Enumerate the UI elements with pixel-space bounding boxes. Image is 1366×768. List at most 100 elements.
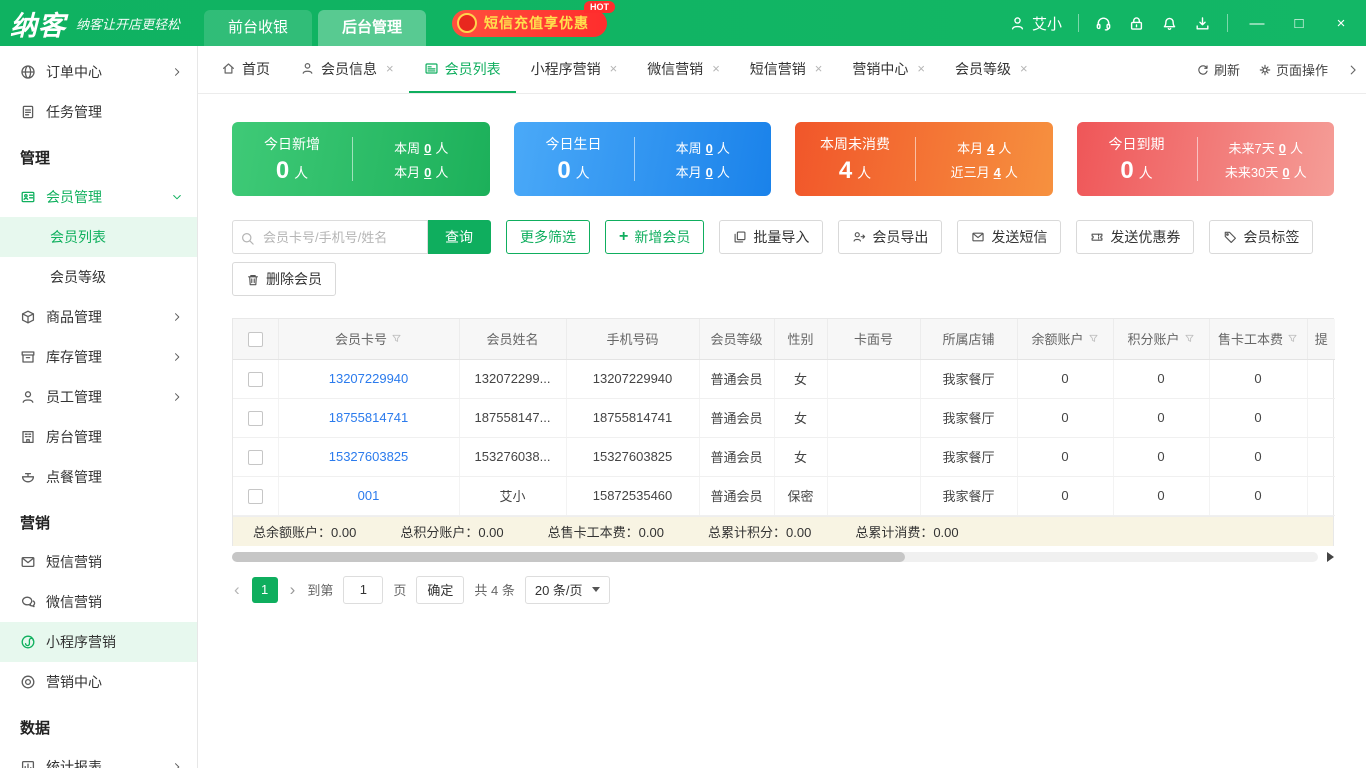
sidebar-item[interactable]: 任务管理	[0, 92, 197, 132]
column-header[interactable]: 会员姓名	[459, 319, 566, 359]
tab[interactable]: 营销中心 ×	[837, 46, 940, 93]
notifications-icon[interactable]	[1161, 15, 1178, 32]
tab-close-icon[interactable]: ×	[1020, 61, 1028, 76]
tab[interactable]: 会员列表	[409, 46, 516, 93]
sidebar-item[interactable]: 库存管理	[0, 337, 197, 377]
sidebar-item[interactable]: 会员列表	[0, 217, 197, 257]
tab[interactable]: 首页	[206, 46, 285, 93]
tab-close-icon[interactable]: ×	[386, 61, 394, 76]
scroll-right-arrow-icon[interactable]	[1327, 552, 1334, 562]
maximize-button[interactable]: □	[1286, 15, 1312, 32]
search-input[interactable]	[232, 220, 428, 254]
sidebar-item[interactable]: 会员等级	[0, 257, 197, 297]
stat-sub-value[interactable]: 0	[1279, 141, 1286, 156]
column-header[interactable]: 提	[1307, 319, 1335, 359]
wechat-icon	[20, 594, 36, 610]
tab[interactable]: 微信营销×	[632, 46, 735, 93]
scrollbar-thumb[interactable]	[232, 552, 905, 562]
page-size-select[interactable]: 20 条/页	[525, 576, 610, 604]
tabs-scroll-right-icon[interactable]	[1346, 62, 1360, 78]
batch-import-button[interactable]: 批量导入	[719, 220, 823, 254]
sidebar-item[interactable]: 商品管理	[0, 297, 197, 337]
sidebar-item[interactable]: 房台管理	[0, 417, 197, 457]
column-header[interactable]: 手机号码	[566, 319, 699, 359]
row-checkbox[interactable]	[248, 411, 263, 426]
column-header[interactable]: 性别	[774, 319, 827, 359]
download-icon[interactable]	[1194, 15, 1211, 32]
page-number-button[interactable]: 1	[252, 577, 278, 603]
tab-label: 营销中心	[852, 59, 908, 79]
sidebar-item[interactable]: 营销中心	[0, 662, 197, 702]
tab-close-icon[interactable]: ×	[610, 61, 618, 76]
stat-sub-value[interactable]: 0	[1282, 165, 1289, 180]
topnav-tab[interactable]: 前台收银	[204, 10, 312, 46]
column-header[interactable]: 余额账户	[1017, 319, 1113, 359]
tab[interactable]: 短信营销×	[735, 46, 838, 93]
scrollbar-track[interactable]	[232, 552, 1318, 562]
member-card-link[interactable]: 13207229940	[278, 359, 459, 398]
send-sms-button[interactable]: 发送短信	[957, 220, 1061, 254]
table-cell: 15872535460	[566, 476, 699, 515]
confirm-button[interactable]: 确定	[416, 576, 464, 604]
member-card-link[interactable]: 15327603825	[278, 437, 459, 476]
tab-close-icon[interactable]: ×	[712, 61, 720, 76]
stat-sub-unit: 人	[1005, 165, 1018, 180]
user-menu[interactable]: 艾小	[1009, 13, 1062, 34]
column-header[interactable]: 会员卡号	[278, 319, 459, 359]
sidebar-item[interactable]: 点餐管理	[0, 457, 197, 497]
page-ops-button[interactable]: 页面操作	[1258, 60, 1328, 79]
sidebar-item[interactable]: 统计报表	[0, 747, 197, 768]
sidebar-item[interactable]: 小程序营销	[0, 622, 197, 662]
promo-banner[interactable]: 短信充值享优惠 HOT	[452, 10, 607, 37]
task-icon	[20, 104, 36, 120]
prev-page-icon[interactable]: ‹	[232, 581, 242, 598]
column-header[interactable]: 售卡工本费	[1209, 319, 1307, 359]
stat-sub-value[interactable]: 0	[424, 165, 431, 180]
column-header[interactable]: 所属店铺	[920, 319, 1017, 359]
stat-sub-value[interactable]: 0	[706, 165, 713, 180]
tab[interactable]: 会员信息×	[285, 46, 409, 93]
stat-sub-value[interactable]: 4	[987, 141, 994, 156]
more-filter-button[interactable]: 更多筛选	[506, 220, 590, 254]
table-cell	[1307, 476, 1335, 515]
column-header[interactable]: 卡面号	[827, 319, 920, 359]
add-member-button[interactable]: + 新增会员	[605, 220, 704, 254]
miniapp-icon	[20, 634, 36, 650]
select-all-checkbox[interactable]	[248, 332, 263, 347]
row-checkbox[interactable]	[248, 489, 263, 504]
topbar: 纳客 纳客让开店更轻松 前台收银后台管理 短信充值享优惠 HOT 艾小 — □ …	[0, 0, 1366, 46]
lock-icon[interactable]	[1128, 15, 1145, 32]
column-header[interactable]: 积分账户	[1113, 319, 1209, 359]
tab-close-icon[interactable]: ×	[917, 61, 925, 76]
topnav-tab[interactable]: 后台管理	[318, 10, 426, 46]
search-button[interactable]: 查询	[427, 220, 491, 254]
tab[interactable]: 会员等级×	[940, 46, 1043, 93]
sidebar: 订单中心任务管理管理会员管理会员列表会员等级商品管理库存管理员工管理房台管理点餐…	[0, 46, 198, 768]
tab[interactable]: 小程序营销×	[516, 46, 633, 93]
stat-title: 今日生日	[524, 134, 624, 154]
member-export-button[interactable]: 会员导出	[838, 220, 942, 254]
minimize-button[interactable]: —	[1244, 15, 1270, 32]
send-coupon-button[interactable]: 发送优惠券	[1076, 220, 1194, 254]
delete-member-button[interactable]: 删除会员	[232, 262, 336, 296]
row-checkbox[interactable]	[248, 372, 263, 387]
member-card-link[interactable]: 18755814741	[278, 398, 459, 437]
stat-sub-value[interactable]: 4	[994, 165, 1001, 180]
stat-sub-value[interactable]: 0	[706, 141, 713, 156]
sidebar-item[interactable]: 会员管理	[0, 177, 197, 217]
next-page-icon[interactable]: ›	[288, 581, 298, 598]
goto-page-input[interactable]	[343, 576, 383, 604]
row-checkbox[interactable]	[248, 450, 263, 465]
support-icon[interactable]	[1095, 15, 1112, 32]
sidebar-item[interactable]: 短信营销	[0, 542, 197, 582]
refresh-button[interactable]: 刷新	[1196, 60, 1240, 79]
tab-close-icon[interactable]: ×	[815, 61, 823, 76]
sidebar-item[interactable]: 订单中心	[0, 52, 197, 92]
member-tag-button[interactable]: 会员标签	[1209, 220, 1313, 254]
sidebar-item[interactable]: 员工管理	[0, 377, 197, 417]
column-header[interactable]: 会员等级	[699, 319, 774, 359]
close-button[interactable]: ×	[1328, 15, 1354, 32]
member-card-link[interactable]: 001	[278, 476, 459, 515]
stat-sub-value[interactable]: 0	[424, 141, 431, 156]
sidebar-item[interactable]: 微信营销	[0, 582, 197, 622]
